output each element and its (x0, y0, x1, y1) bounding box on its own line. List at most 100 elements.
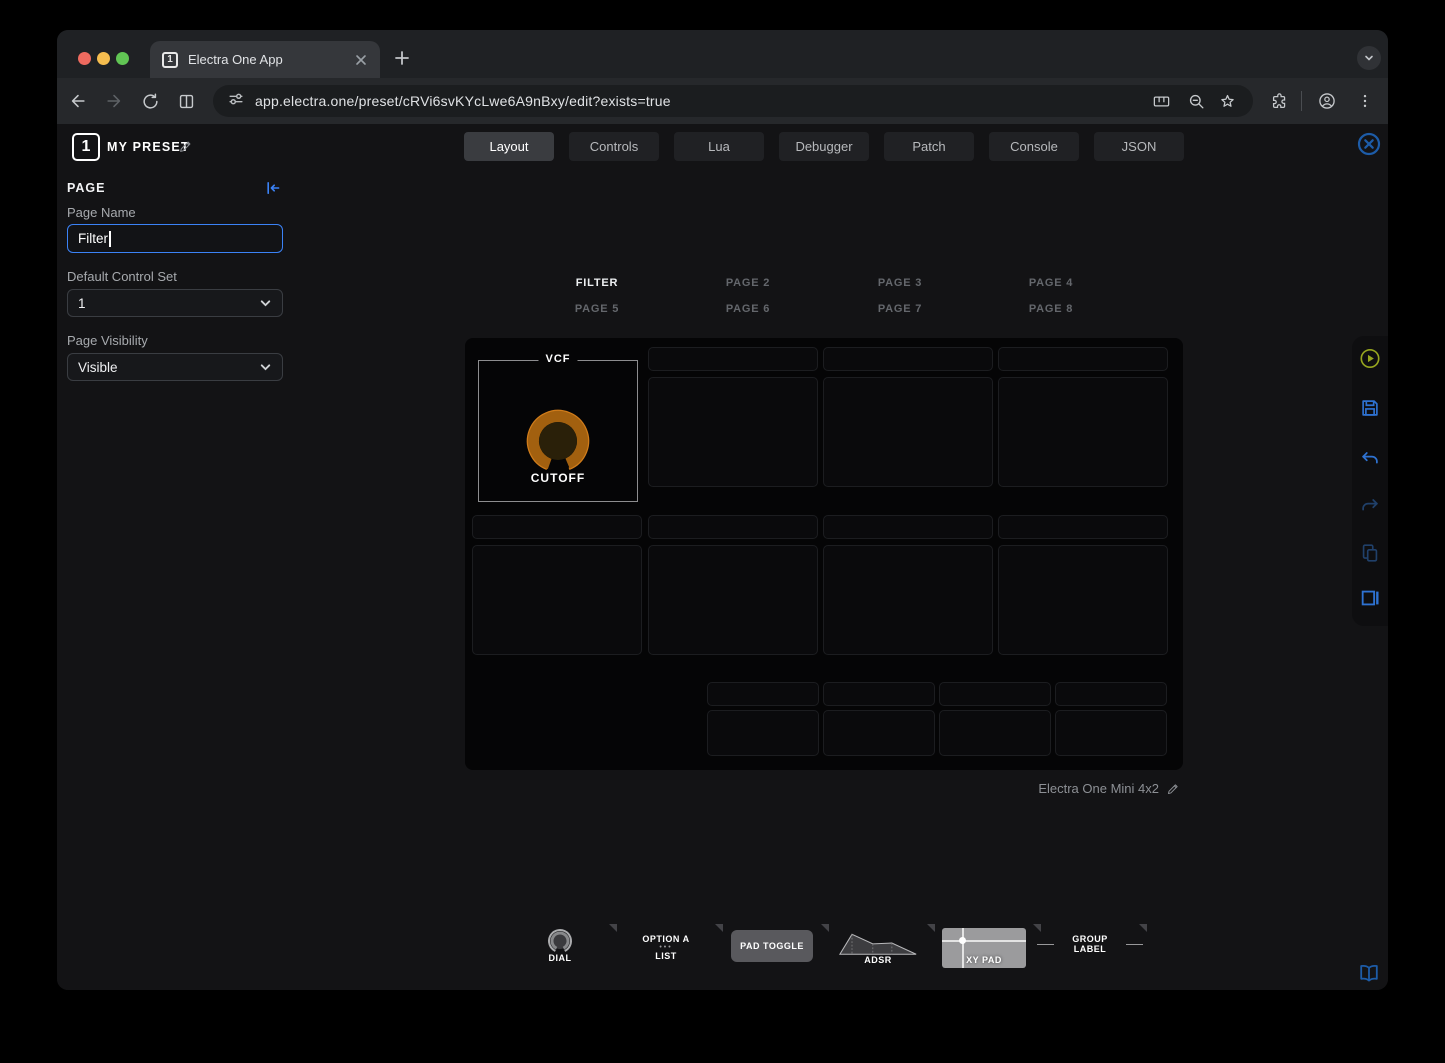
panel-toggle-button[interactable] (1359, 587, 1381, 609)
palette-label: XY PAD (942, 955, 1026, 965)
page-tab-4[interactable]: PAGE 4 (991, 277, 1111, 291)
grid-slot[interactable] (707, 710, 819, 756)
grid-slot[interactable] (823, 377, 993, 487)
back-button[interactable] (67, 90, 89, 112)
edit-device-icon[interactable] (1166, 782, 1180, 796)
page-name-input[interactable]: Filter (67, 224, 283, 253)
grid-slot[interactable] (998, 377, 1168, 487)
extensions-button[interactable] (1268, 90, 1290, 112)
palette-label: DIAL (507, 953, 613, 963)
paste-clipboard-icon (1359, 542, 1381, 564)
tab-debugger[interactable]: Debugger (779, 132, 869, 161)
tab-layout[interactable]: Layout (464, 132, 554, 161)
grid-slot[interactable] (472, 545, 642, 655)
profile-button[interactable] (1316, 90, 1338, 112)
page-tab-3[interactable]: PAGE 3 (840, 277, 960, 291)
grid-slot[interactable] (707, 682, 819, 706)
page-visibility-select[interactable]: Visible (67, 353, 283, 381)
palette-label: ADSR (825, 955, 931, 965)
grid-slot[interactable] (939, 682, 1051, 706)
browser-tab[interactable]: 1 Electra One App (150, 41, 380, 78)
grid-slot[interactable] (1055, 710, 1167, 756)
grid-slot[interactable] (823, 710, 935, 756)
grid-slot[interactable] (823, 545, 993, 655)
cutoff-control[interactable]: VCF CUTOFF (478, 360, 638, 502)
reload-button[interactable] (139, 90, 161, 112)
default-control-set-select[interactable]: 1 (67, 289, 283, 317)
page-tab-6[interactable]: PAGE 6 (688, 303, 808, 317)
tab-close-icon[interactable] (354, 53, 368, 67)
window-titlebar: 1 Electra One App (57, 30, 1388, 78)
new-tab-button[interactable] (392, 48, 412, 68)
panel-title: PAGE (67, 181, 106, 195)
undo-button[interactable] (1359, 447, 1381, 469)
grid-slot[interactable] (823, 347, 993, 371)
grid-slot[interactable] (648, 545, 818, 655)
page-tab-filter[interactable]: FILTER (537, 277, 657, 291)
page-tab-5[interactable]: PAGE 5 (537, 303, 657, 317)
grid-slot[interactable] (1055, 682, 1167, 706)
tab-search-chevron-button[interactable] (1357, 46, 1381, 70)
palette-item-adsr[interactable]: ADSR (825, 922, 931, 974)
grid-slot[interactable] (939, 710, 1051, 756)
text-caret (109, 231, 111, 247)
midi-access-button[interactable] (1150, 90, 1172, 112)
grid-slot[interactable] (648, 347, 818, 371)
palette-item-dial[interactable]: DIAL (507, 922, 613, 974)
page-visibility-value: Visible (78, 360, 118, 375)
collapse-panel-icon[interactable] (265, 180, 281, 196)
palette-item-list[interactable]: OPTION A ••• LIST (613, 922, 719, 974)
grid-slot[interactable] (648, 515, 818, 539)
bookmark-button[interactable] (1216, 90, 1238, 112)
toolbar-divider (1301, 91, 1302, 111)
page-tab-2[interactable]: PAGE 2 (688, 277, 808, 291)
grid-slot[interactable] (648, 377, 818, 487)
grid-slot[interactable] (823, 515, 993, 539)
tab-title: Electra One App (188, 52, 354, 67)
midi-keyboard-icon (1152, 92, 1171, 111)
traffic-close-button[interactable] (78, 52, 91, 65)
palette-item-group[interactable]: GROUP LABEL (1037, 922, 1143, 974)
grid-slot[interactable] (472, 515, 642, 539)
page-tab-8[interactable]: PAGE 8 (991, 303, 1111, 317)
traffic-zoom-button[interactable] (116, 52, 129, 65)
traffic-minimize-button[interactable] (97, 52, 110, 65)
forward-button[interactable] (103, 90, 125, 112)
group-line (1126, 944, 1143, 945)
tab-lua[interactable]: Lua (674, 132, 764, 161)
page-tab-7[interactable]: PAGE 7 (840, 303, 960, 317)
edit-preset-icon[interactable] (178, 139, 193, 154)
tab-patch[interactable]: Patch (884, 132, 974, 161)
grid-slot[interactable] (823, 682, 935, 706)
url-text[interactable]: app.electra.one/preset/cRVi6svKYcLwe6A9n… (255, 93, 671, 109)
paste-button[interactable] (1359, 542, 1381, 564)
undo-icon (1359, 447, 1381, 469)
zoom-out-icon (1187, 92, 1206, 111)
close-editor-icon[interactable] (1356, 131, 1382, 157)
side-panel-button[interactable] (175, 90, 197, 112)
redo-button[interactable] (1359, 494, 1381, 516)
device-caption: Electra One Mini 4x2 (1038, 781, 1180, 796)
save-button[interactable] (1359, 397, 1381, 419)
grid-slot[interactable] (998, 515, 1168, 539)
tab-console[interactable]: Console (989, 132, 1079, 161)
docs-book-icon[interactable] (1357, 961, 1381, 985)
cutoff-knob[interactable] (524, 407, 592, 475)
grid-slot[interactable] (998, 545, 1168, 655)
default-control-set-value: 1 (78, 296, 86, 311)
app-logo: 1 (72, 133, 100, 161)
tab-controls[interactable]: Controls (569, 132, 659, 161)
xy-pad-icon: XY PAD (942, 928, 1026, 968)
grid-slot[interactable] (998, 347, 1168, 371)
profile-avatar-icon (1317, 91, 1337, 111)
browser-menu-button[interactable] (1354, 90, 1376, 112)
run-preset-button[interactable] (1359, 347, 1381, 369)
palette-item-xypad[interactable]: XY PAD (931, 922, 1037, 974)
browser-window: 1 Electra One App app.electra.one/preset… (57, 30, 1388, 990)
palette-item-pad[interactable]: PAD TOGGLE (719, 922, 825, 974)
tab-json[interactable]: JSON (1094, 132, 1184, 161)
screenshot-stage: 1 Electra One App app.electra.one/preset… (0, 0, 1445, 1063)
site-settings-icon[interactable] (227, 90, 245, 113)
zoom-button[interactable] (1185, 90, 1207, 112)
omnibox[interactable]: app.electra.one/preset/cRVi6svKYcLwe6A9n… (213, 85, 1253, 117)
